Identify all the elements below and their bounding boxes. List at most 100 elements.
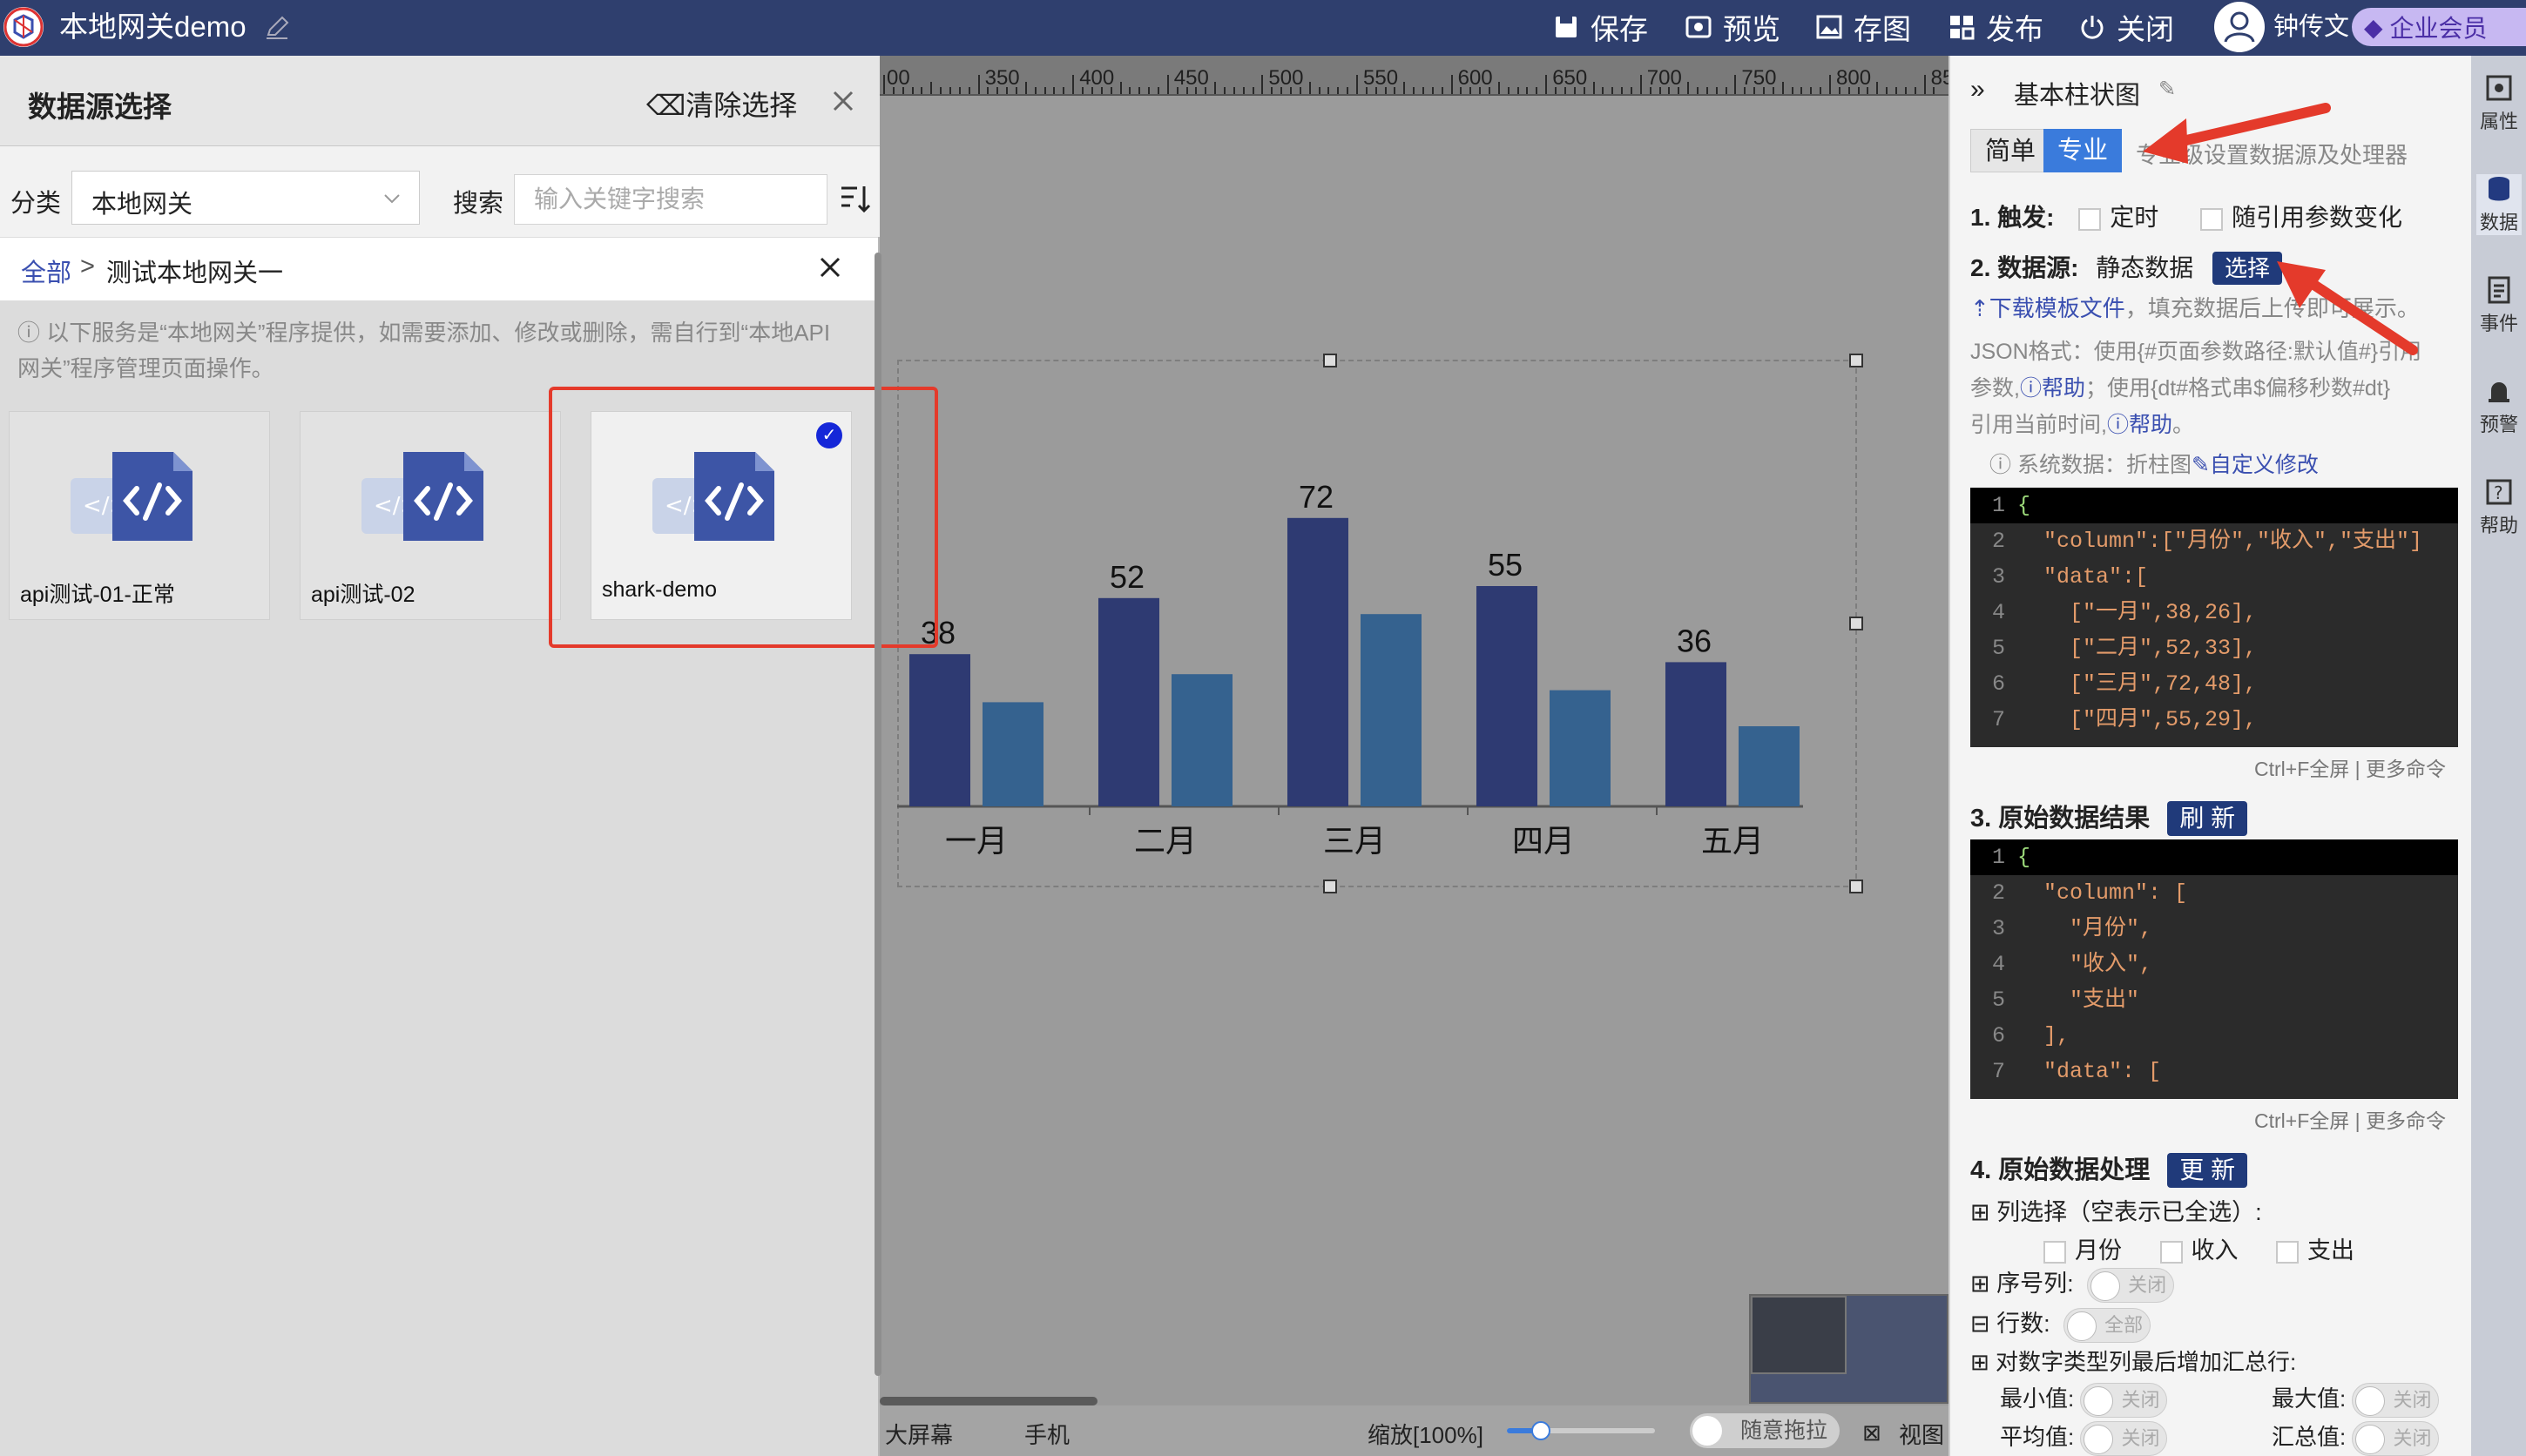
bar[interactable] xyxy=(1361,614,1422,806)
edit-title-icon[interactable] xyxy=(263,14,291,42)
collapse-icon[interactable]: » xyxy=(1970,75,1985,104)
ruler-tick xyxy=(1431,87,1434,94)
panel-scrollbar[interactable] xyxy=(875,253,881,1376)
ruler-label: 400 xyxy=(1079,66,1115,90)
info-icon: ⓘ xyxy=(1989,453,2017,477)
ruler-tick xyxy=(1904,87,1907,94)
raw-data-viewer[interactable]: 1{2 "column": [3 "月份", 4 "收入", 5 "支出" 6 ], 7… xyxy=(1970,839,2458,1099)
bar[interactable] xyxy=(1739,726,1800,806)
ruler-label: 450 xyxy=(1173,66,1209,90)
clear-selection-button[interactable]: ⌫清除选择 xyxy=(646,84,797,124)
min-toggle[interactable]: 关闭 xyxy=(2080,1383,2168,1419)
user-name[interactable]: 钟传文 xyxy=(2273,7,2349,47)
update-button[interactable]: 更 新 xyxy=(2167,1153,2248,1188)
resize-handle-top-right[interactable] xyxy=(1849,354,1863,367)
rows-row: ⊟ 行数: 全部 xyxy=(1970,1304,2151,1343)
bar[interactable] xyxy=(1665,662,1726,806)
total-label: 汇总值: xyxy=(2272,1424,2347,1450)
category-select[interactable]: 本地网关 xyxy=(71,171,420,225)
close-button[interactable]: 关闭 xyxy=(2078,7,2174,47)
help-link[interactable]: ⓘ帮助 xyxy=(2107,413,2172,437)
avg-toggle[interactable]: 关闭 xyxy=(2080,1421,2168,1456)
data-tab[interactable]: 数据 xyxy=(2476,174,2522,235)
seq-column-toggle[interactable]: 关闭 xyxy=(2087,1267,2175,1303)
download-template-link[interactable]: ⇡下载模板文件 xyxy=(1970,295,2125,321)
save-image-button[interactable]: 存图 xyxy=(1815,7,1911,47)
refresh-button[interactable]: 刷 新 xyxy=(2167,801,2248,836)
minimap-viewport[interactable] xyxy=(1751,1296,1847,1374)
search-input[interactable] xyxy=(514,174,827,225)
bar-chart[interactable]: 38一月52二月72三月55四月36五月 xyxy=(897,427,1803,862)
close-icon[interactable] xyxy=(815,253,845,282)
resize-handle-bottom[interactable] xyxy=(1323,880,1337,893)
ruler-tick xyxy=(883,75,885,94)
bar[interactable] xyxy=(983,702,1043,806)
ruler-tick xyxy=(1602,87,1604,94)
total-toggle[interactable]: 关闭 xyxy=(2352,1421,2440,1456)
sum-icon: ⊞ xyxy=(1970,1349,1996,1375)
ruler-tick xyxy=(1886,87,1888,94)
ruler-tick xyxy=(1820,87,1822,94)
drag-toggle[interactable]: 随意拖拉 xyxy=(1690,1413,1840,1448)
tab-pro[interactable]: 专业 xyxy=(2043,129,2123,172)
max-toggle[interactable]: 关闭 xyxy=(2352,1383,2440,1419)
rows-toggle[interactable]: 全部 xyxy=(2063,1307,2151,1343)
code-text: ["三月",72,48], xyxy=(2017,671,2258,697)
horizontal-scrollbar[interactable] xyxy=(880,1397,1098,1405)
code-line: 5 "支出" xyxy=(1970,982,2458,1018)
bar[interactable] xyxy=(909,654,970,806)
resize-handle-top[interactable] xyxy=(1323,354,1337,367)
bar[interactable] xyxy=(1287,517,1348,806)
param-change-checkbox[interactable] xyxy=(2200,207,2224,231)
ruler-label: 00 xyxy=(887,66,910,90)
vip-badge[interactable]: ◆ 企业会员 xyxy=(2352,8,2526,46)
mobile-button[interactable]: 手机 xyxy=(1024,1418,1070,1450)
zoom-slider-thumb[interactable] xyxy=(1531,1421,1550,1440)
publish-button[interactable]: 发布 xyxy=(1948,7,2043,47)
breadcrumb-all-link[interactable]: 全部 xyxy=(21,253,71,289)
close-icon[interactable] xyxy=(827,85,859,117)
sort-icon[interactable] xyxy=(838,181,873,216)
api-card[interactable]: </> api测试-01-正常 xyxy=(9,411,270,620)
col-income-checkbox[interactable] xyxy=(2159,1240,2183,1264)
editor-commands[interactable]: Ctrl+F全屏 | 更多命令 xyxy=(2254,1104,2446,1134)
help-link[interactable]: ⓘ帮助 xyxy=(2020,376,2085,401)
custom-edit-link[interactable]: ✎自定义修改 xyxy=(2192,453,2319,477)
info-note: ⓘ 以下服务是“本地网关”程序提供，如需要添加、修改或删除，需自行到“本地API… xyxy=(17,315,845,387)
col-expense-checkbox[interactable] xyxy=(2276,1240,2300,1264)
bar-value-label: 55 xyxy=(1488,547,1523,583)
x-axis-label: 三月 xyxy=(1323,824,1386,859)
x-axis-label: 二月 xyxy=(1134,824,1197,859)
help-tab[interactable]: ? 帮助 xyxy=(2476,477,2522,538)
json-editor[interactable]: 1{2 "column":["月份","收入","支出"] 3 "data":[4… xyxy=(1970,488,2458,747)
alarm-tab[interactable]: 预警 xyxy=(2476,376,2522,437)
preview-button[interactable]: 预览 xyxy=(1685,7,1780,47)
save-button[interactable]: 保存 xyxy=(1552,7,1648,47)
view-button[interactable]: 视图 xyxy=(1899,1418,1944,1450)
properties-tab[interactable]: 属性 xyxy=(2476,73,2522,134)
system-data-label: 系统数据：折柱图 xyxy=(2016,453,2192,477)
resize-handle-bottom-right[interactable] xyxy=(1849,880,1863,893)
code-line: 3 "月份", xyxy=(1970,911,2458,947)
bar[interactable] xyxy=(1172,674,1233,806)
bar[interactable] xyxy=(1476,586,1537,806)
tab-simple[interactable]: 简单 xyxy=(1970,129,2051,172)
bar[interactable] xyxy=(1098,597,1159,806)
editor-commands[interactable]: Ctrl+F全屏 | 更多命令 xyxy=(2254,752,2446,782)
trigger-label: 1. 触发: xyxy=(1970,204,2055,231)
preview-icon xyxy=(1685,16,1712,38)
ruler-tick xyxy=(1337,87,1340,94)
minimap[interactable] xyxy=(1749,1294,1949,1404)
col-month-label: 月份 xyxy=(2075,1237,2122,1264)
col-month-checkbox[interactable] xyxy=(2043,1240,2066,1264)
avatar[interactable] xyxy=(2214,2,2265,52)
api-card[interactable]: </> api测试-02 xyxy=(300,411,561,620)
resize-handle-right[interactable] xyxy=(1849,617,1863,630)
zoom-label: 缩放[100%] xyxy=(1368,1422,1483,1448)
help-link-label: 帮助 xyxy=(2128,413,2172,437)
timer-checkbox[interactable] xyxy=(2078,207,2102,231)
zoom-slider[interactable] xyxy=(1507,1421,1655,1440)
big-screen-button[interactable]: 大屏幕 xyxy=(885,1418,953,1450)
events-tab[interactable]: 事件 xyxy=(2476,275,2522,336)
bar[interactable] xyxy=(1550,690,1611,806)
